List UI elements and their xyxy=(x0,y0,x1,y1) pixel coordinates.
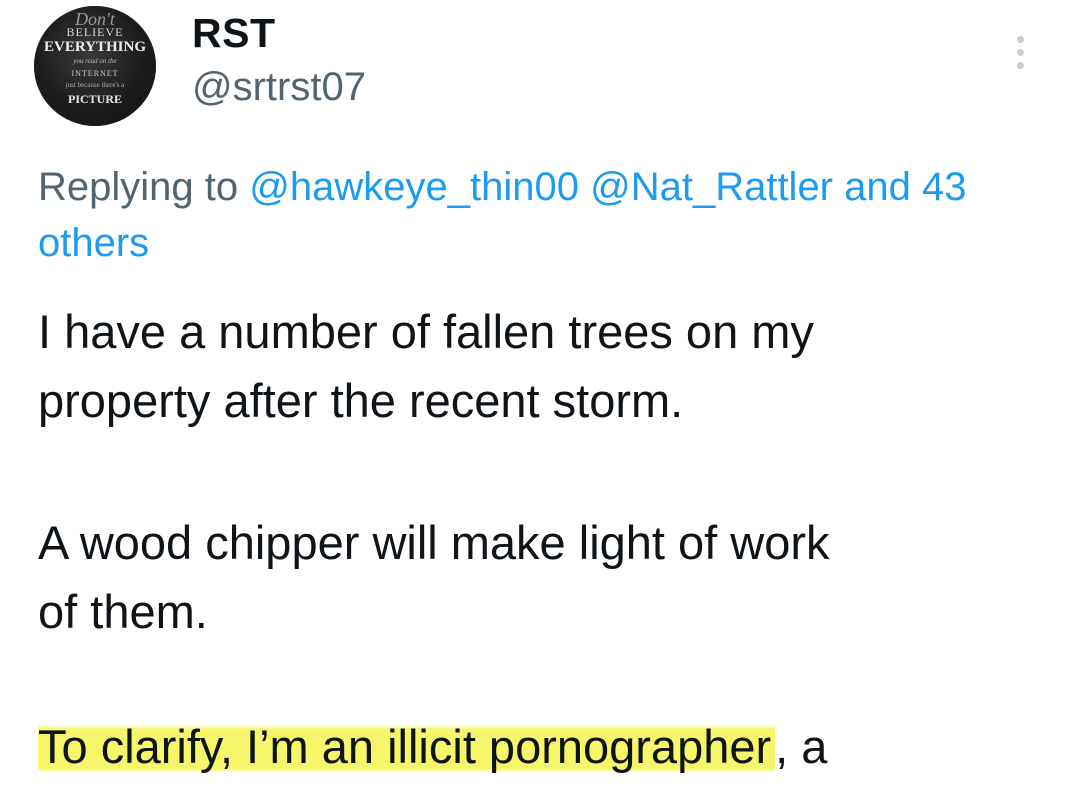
tweet-text-line: I have a number of fallen trees on my xyxy=(38,305,814,358)
avatar-text-line: EVERYTHING xyxy=(44,39,146,55)
highlighted-text: To clarify, I’m an illicit pornographer xyxy=(38,720,776,773)
author-display-name[interactable]: RST xyxy=(192,10,276,56)
more-options-icon xyxy=(1017,49,1024,56)
replying-to-line: Replying to @hawkeye_thin00 @Nat_Rattler… xyxy=(38,157,1068,217)
tweet-text-paragraph: A wood chipper will make light of work o… xyxy=(38,508,830,646)
author-handle[interactable]: @srtrst07 xyxy=(192,65,366,109)
avatar-text-line: INTERNET xyxy=(71,69,119,78)
avatar-text-line: you read on the xyxy=(73,57,117,65)
tweet-text-line: A wood chipper will make light of work xyxy=(38,516,830,569)
avatar-text-line: BELIEVE xyxy=(66,25,124,39)
tweet-text-paragraph: To clarify, I’m an illicit pornographer,… xyxy=(38,712,827,781)
tweet-text-paragraph: I have a number of fallen trees on my pr… xyxy=(38,297,814,435)
avatar-text-line: just because there's a xyxy=(65,81,125,89)
replying-and-others-count[interactable]: and 43 xyxy=(844,165,966,209)
replying-others-link[interactable]: others xyxy=(38,217,149,269)
avatar-text-line: PICTURE xyxy=(67,92,122,106)
more-options-icon xyxy=(1017,62,1024,69)
mention-link-hawkeye[interactable]: @hawkeye_thin00 xyxy=(249,165,579,209)
replying-to-prefix: Replying to xyxy=(38,165,239,209)
avatar[interactable]: Don't BELIEVE EVERYTHING you read on the… xyxy=(34,6,156,126)
tweet-text-tail: , a xyxy=(775,720,828,773)
more-options-icon xyxy=(1017,36,1024,43)
mention-link-nat-rattler[interactable]: @Nat_Rattler xyxy=(590,165,833,209)
tweet-text-line: of them. xyxy=(38,585,208,638)
tweet-text-line: property after the recent storm. xyxy=(38,374,684,427)
more-options-button[interactable] xyxy=(1004,32,1038,74)
